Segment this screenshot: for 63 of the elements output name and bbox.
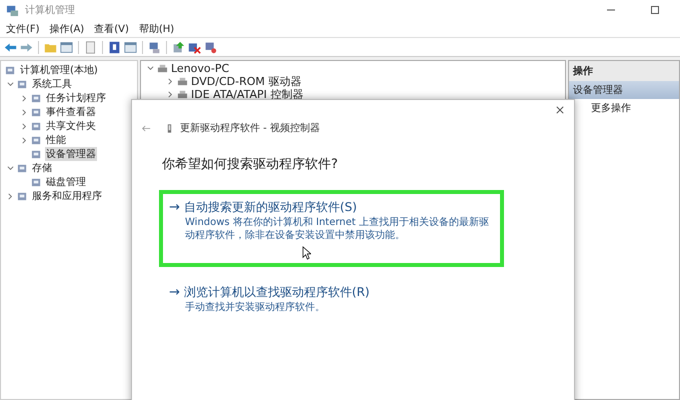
dialog-title: 更新驱动程序软件 - 视频控制器	[180, 122, 320, 135]
tree-item[interactable]: 磁盘管理	[45, 175, 87, 189]
actions-header: 操作	[569, 61, 679, 81]
tree-item[interactable]: 存储	[31, 161, 53, 175]
node-icon	[17, 190, 28, 202]
tree-item[interactable]: 服务和应用程序	[31, 189, 103, 203]
node-icon	[17, 78, 28, 90]
cursor-icon	[302, 246, 311, 260]
node-icon	[31, 176, 42, 188]
chevron-icon[interactable]	[7, 80, 14, 88]
action-item[interactable]: 设备管理器	[569, 81, 679, 99]
search-option[interactable]: → 浏览计算机以查找驱动程序软件(R) 手动查找并安装驱动程序软件。	[159, 275, 504, 324]
tree-item[interactable]: 计算机管理(本地)	[19, 63, 99, 77]
option-description: Windows 将在你的计算机和 Internet 上查找用于相关设备的最新驱动程序软件，除非在设备安装设置中禁用该功能。	[185, 216, 490, 242]
node-icon	[17, 162, 28, 174]
update-icon[interactable]	[172, 40, 185, 54]
option-title: 自动搜索更新的驱动程序软件(S)	[184, 199, 357, 216]
page-icon[interactable]	[84, 40, 97, 54]
menu-item[interactable]: 帮助(H)	[138, 22, 174, 36]
dialog-heading: 你希望如何搜索驱动程序软件?	[162, 156, 339, 173]
tree-item[interactable]: 共享文件夹	[45, 119, 97, 133]
option-description: 手动查找并安装驱动程序软件。	[185, 301, 326, 314]
tree-item[interactable]: 系统工具	[31, 77, 73, 91]
node-icon	[31, 148, 42, 160]
chevron-icon[interactable]	[7, 192, 14, 200]
menu-item[interactable]: 文件(F)	[6, 22, 40, 36]
search-option[interactable]: → 自动搜索更新的驱动程序软件(S) Windows 将在你的计算机和 Internet 上查找用于相关设备的最新驱动程序软件，除非在设备安装设置中禁用该功能。	[159, 190, 504, 267]
tree-item[interactable]: 任务计划程序	[45, 91, 107, 105]
back-icon[interactable]	[141, 124, 151, 132]
window-icon[interactable]	[60, 40, 73, 54]
window-icon[interactable]	[124, 40, 137, 54]
chevron-icon[interactable]	[21, 136, 28, 144]
chevron-icon[interactable]	[21, 94, 28, 102]
arrow-icon: →	[169, 200, 180, 215]
tree-item[interactable]: 设备管理器	[45, 147, 97, 161]
chevron-icon[interactable]	[167, 78, 174, 85]
window-title: 计算机管理	[25, 4, 75, 17]
chevron-icon[interactable]	[147, 65, 154, 72]
menu-item[interactable]: 查看(V)	[94, 22, 129, 36]
chevron-icon[interactable]	[7, 164, 14, 172]
node-icon	[5, 64, 16, 76]
disable-icon[interactable]	[188, 40, 201, 54]
node-icon	[31, 92, 42, 104]
arrow-icon: →	[169, 285, 180, 300]
tree-item[interactable]: 事件查看器	[45, 105, 97, 119]
node-icon	[31, 120, 42, 132]
chevron-icon[interactable]	[167, 91, 174, 98]
device-item[interactable]: IDE ATA/ATAPI 控制器	[191, 87, 304, 102]
menu-item[interactable]: 操作(A)	[50, 22, 84, 36]
chevron-icon[interactable]	[21, 122, 28, 130]
device-icon	[177, 76, 188, 87]
node-icon	[31, 106, 42, 118]
chevron-icon[interactable]	[21, 108, 28, 116]
device-item[interactable]: DVD/CD-ROM 驱动器	[191, 74, 302, 89]
maximize-icon[interactable]	[650, 5, 660, 15]
device-item[interactable]: Lenovo-PC	[171, 62, 230, 75]
close-icon[interactable]	[556, 106, 564, 114]
node-icon	[31, 134, 42, 146]
tree-item[interactable]: 性能	[45, 133, 67, 147]
device-icon	[167, 122, 172, 134]
app-icon	[6, 4, 19, 16]
device-icon	[157, 63, 168, 74]
option-title: 浏览计算机以查找驱动程序软件(R)	[184, 284, 370, 301]
